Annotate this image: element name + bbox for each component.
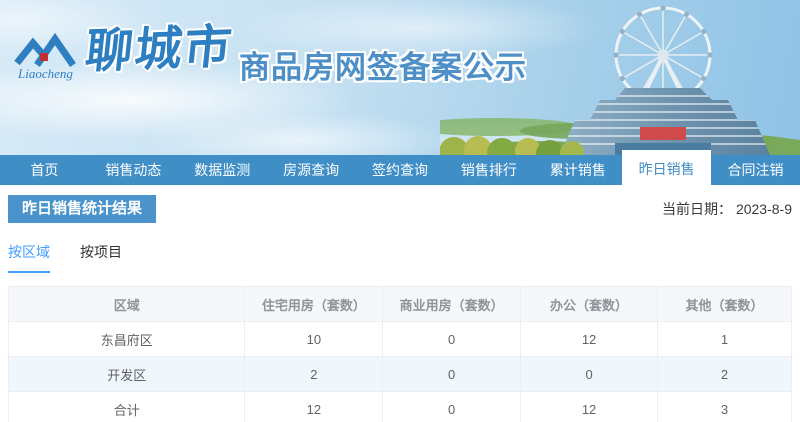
nav-item-sales-ranking[interactable]: 销售排行: [444, 155, 533, 185]
table-cell: 0: [383, 357, 521, 392]
table-row: 合计120123: [9, 392, 792, 422]
city-name: 聊城市: [82, 15, 236, 82]
nav-item-contract-cancellation[interactable]: 合同注销: [711, 155, 800, 185]
table-row: 东昌府区100121: [9, 322, 792, 357]
logo-script-text: Liaocheng: [17, 66, 73, 81]
table-cell: 10: [245, 322, 383, 357]
column-header: 办公（套数）: [521, 287, 658, 322]
table-cell: 1: [658, 322, 792, 357]
column-header: 住宅用房（套数）: [245, 287, 383, 322]
nav-item-sales-trends[interactable]: 销售动态: [89, 155, 178, 185]
nav-item-data-monitoring[interactable]: 数据监测: [178, 155, 267, 185]
main-nav: 首页销售动态数据监测房源查询签约查询销售排行累计销售昨日销售合同注销: [0, 155, 800, 185]
table-cell: 0: [521, 357, 658, 392]
table-cell: 12: [245, 392, 383, 422]
main-content: 昨日销售统计结果 当前日期：2023-8-9 按区域按项目 区域住宅用房（套数）…: [0, 185, 800, 422]
nav-item-home[interactable]: 首页: [0, 155, 89, 185]
table-header-row: 区域住宅用房（套数）商业用房（套数）办公（套数）其他（套数）: [9, 287, 792, 322]
current-date-label: 当前日期：: [662, 201, 732, 217]
site-header: Liaocheng 聊城市 商品房网签备案公示: [0, 0, 800, 155]
table-cell: 0: [383, 392, 521, 422]
nav-item-cumulative-sales[interactable]: 累计销售: [533, 155, 622, 185]
table-body: 东昌府区100121开发区2002合计120123: [9, 322, 792, 422]
current-date: 当前日期：2023-8-9: [662, 199, 792, 219]
table-row: 开发区2002: [9, 357, 792, 392]
table-cell: 2: [658, 357, 792, 392]
building-sign: [640, 127, 686, 140]
table-cell: 东昌府区: [9, 322, 245, 357]
nav-item-yesterday-sales[interactable]: 昨日销售: [622, 150, 711, 185]
table-cell: 0: [383, 322, 521, 357]
table-cell: 3: [658, 392, 792, 422]
sales-table-wrap: 区域住宅用房（套数）商业用房（套数）办公（套数）其他（套数） 东昌府区10012…: [8, 286, 792, 422]
table-cell: 2: [245, 357, 383, 392]
site-title: 商品房网签备案公示: [239, 42, 527, 87]
site-logo[interactable]: Liaocheng 聊城市 商品房网签备案公示: [12, 18, 527, 87]
table-cell: 12: [521, 322, 658, 357]
current-date-value: 2023-8-9: [736, 201, 792, 217]
tab-by-region[interactable]: 按区域: [8, 242, 50, 273]
column-header: 其他（套数）: [658, 287, 792, 322]
view-tabs: 按区域按项目: [8, 242, 792, 273]
liaocheng-logo-icon: Liaocheng: [12, 18, 82, 82]
nav-item-contract-search[interactable]: 签约查询: [356, 155, 445, 185]
nav-item-listing-search[interactable]: 房源查询: [267, 155, 356, 185]
tab-by-project[interactable]: 按项目: [80, 242, 122, 273]
table-cell: 12: [521, 392, 658, 422]
section-title-badge: 昨日销售统计结果: [8, 195, 156, 223]
sales-table: 区域住宅用房（套数）商业用房（套数）办公（套数）其他（套数） 东昌府区10012…: [8, 286, 792, 422]
column-header: 商业用房（套数）: [383, 287, 521, 322]
column-header: 区域: [9, 287, 245, 322]
title-row: 昨日销售统计结果 当前日期：2023-8-9: [8, 195, 792, 223]
table-cell: 开发区: [9, 357, 245, 392]
building-icon: [555, 88, 775, 155]
table-cell: 合计: [9, 392, 245, 422]
